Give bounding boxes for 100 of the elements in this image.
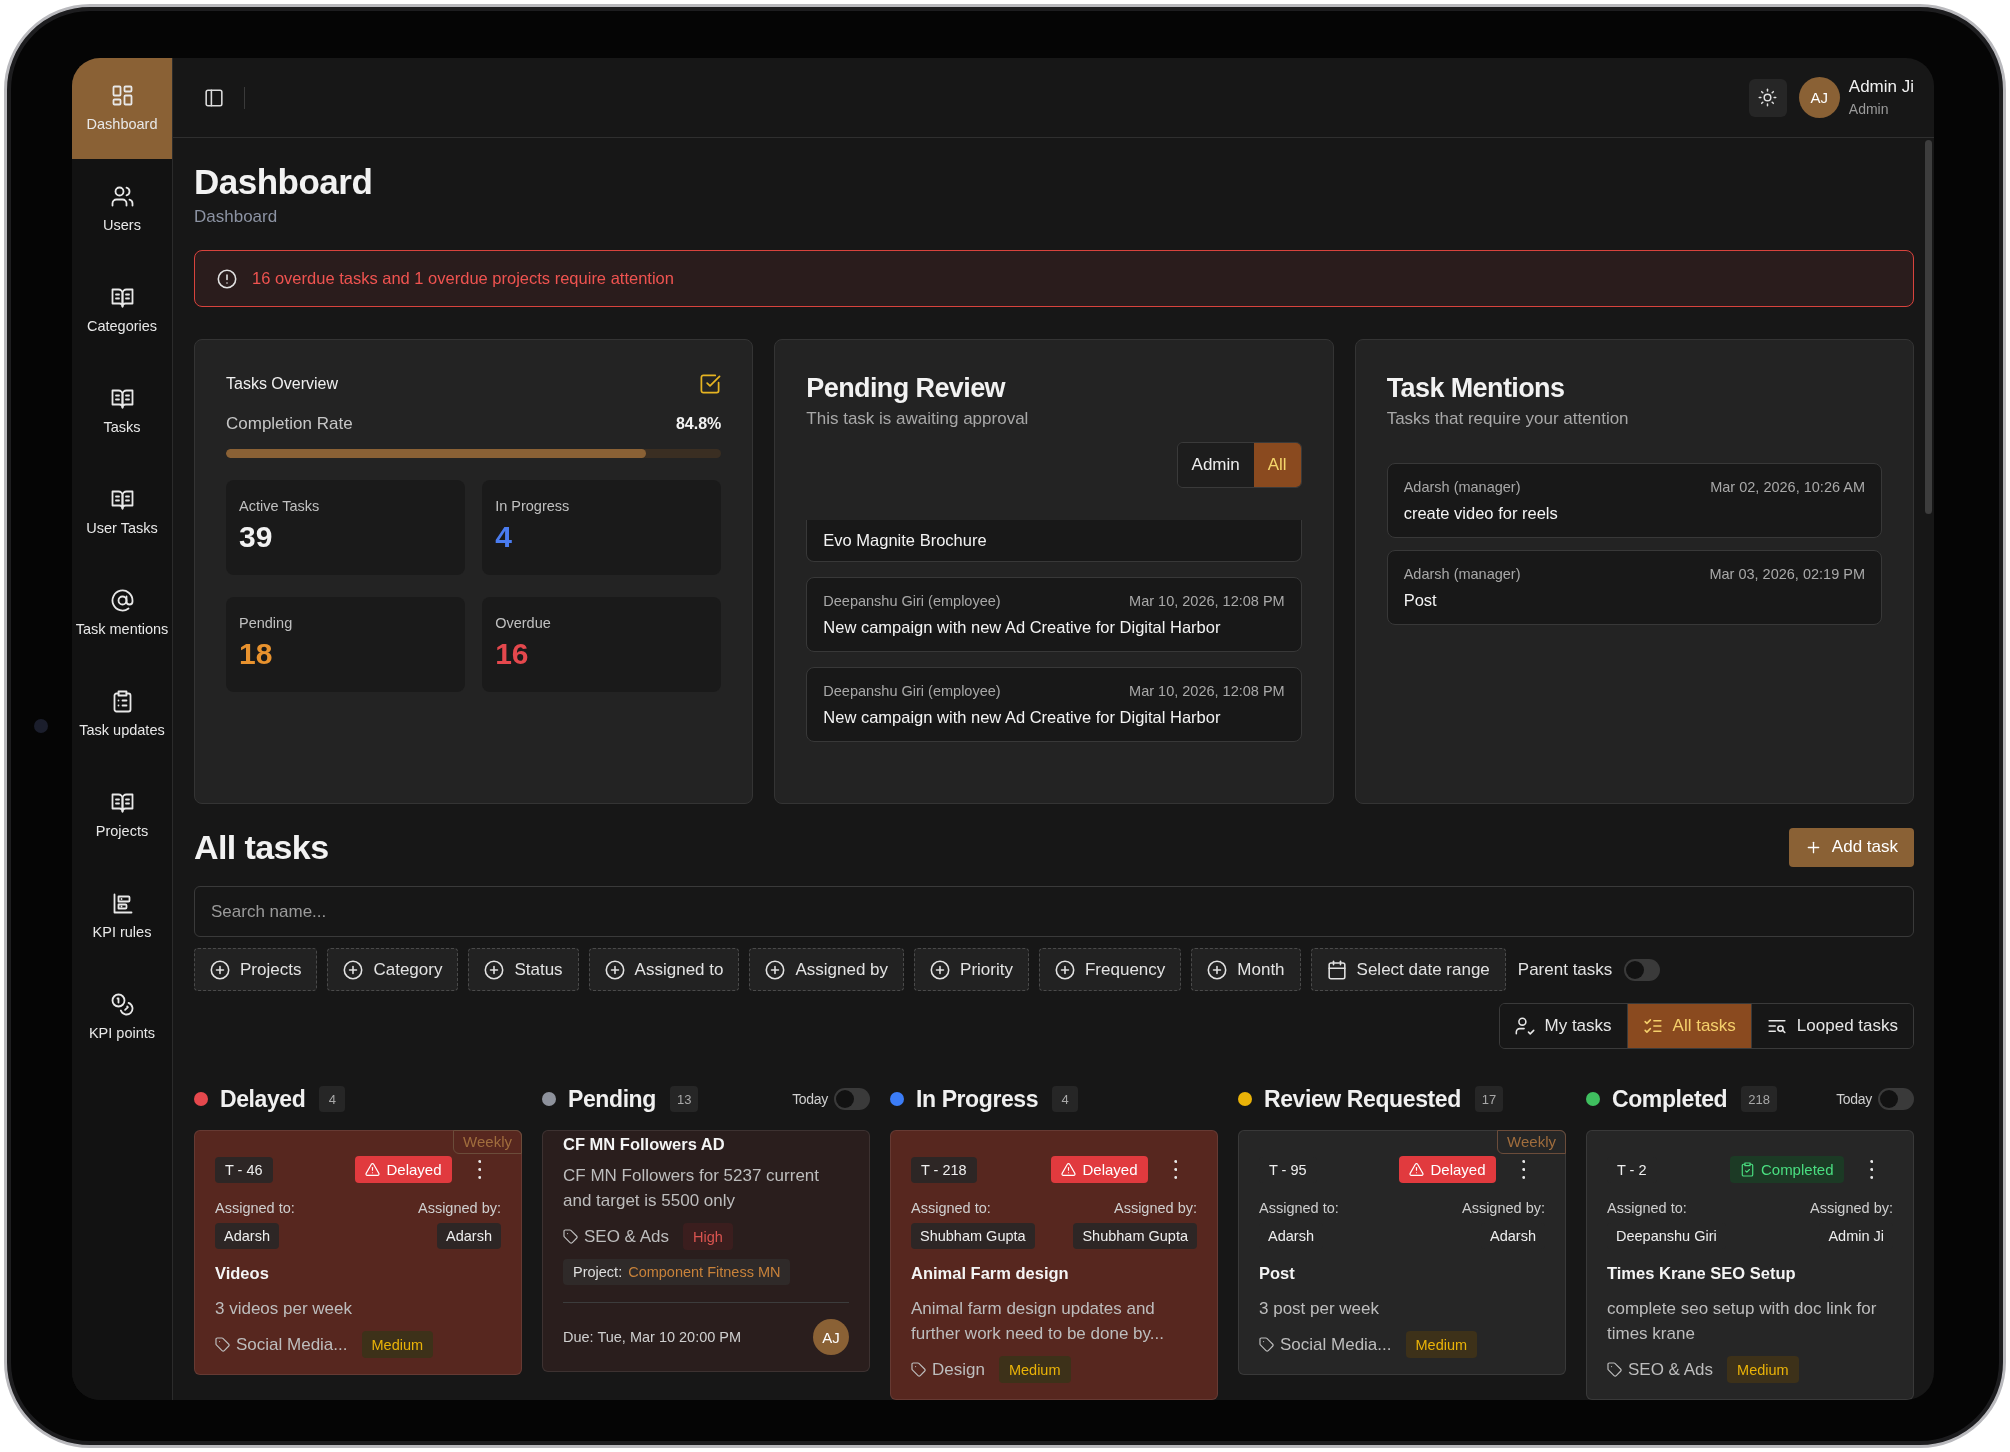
column-title: Completed — [1612, 1085, 1728, 1113]
warning-icon — [1061, 1162, 1077, 1177]
item-date: Mar 10, 2026, 12:08 PM — [1129, 592, 1285, 611]
today-toggle[interactable] — [1878, 1088, 1914, 1110]
filter-chip[interactable]: Status — [468, 948, 579, 991]
plus-circle-icon — [484, 959, 505, 980]
user-role: Admin — [1848, 101, 1889, 118]
due-date: Due: Tue, Mar 10 20:00 PM — [563, 1329, 742, 1345]
mention-item[interactable]: Adarsh (manager) Mar 02, 2026, 10:26 AM create video for reels — [1386, 463, 1882, 538]
alert-icon — [217, 268, 237, 289]
sidebar-item[interactable]: KPI rules — [72, 866, 172, 967]
sidebar-item[interactable]: Dashboard — [72, 58, 172, 159]
mention-item[interactable]: Adarsh (manager) Mar 03, 2026, 02:19 PM Post — [1386, 550, 1882, 625]
category-label: Social Media... — [1280, 1334, 1392, 1355]
today-toggle[interactable] — [834, 1088, 870, 1110]
users-icon — [110, 185, 134, 208]
view-tab[interactable]: Looped tasks — [1750, 1004, 1913, 1048]
review-item[interactable]: Deepanshu Giri (employee) Mar 10, 2026, 12:08 PM New campaign with new Ad Creative for Digital Harbor — [806, 577, 1302, 652]
stat-label: Overdue — [495, 614, 551, 632]
filter-tab[interactable]: Admin — [1177, 443, 1254, 487]
priority-badge: Medium — [1405, 1331, 1478, 1358]
more-options-icon[interactable] — [477, 1160, 481, 1179]
plus-circle-icon — [210, 959, 230, 980]
task-card[interactable]: CF MN Followers AD CF MN Followers for 5237 current and target is 5500 only SEO & Ads High Project: Component Fitness MN Due: Tue, Mar 10 20:00 PM AJ — [542, 1130, 870, 1372]
grid-icon — [110, 84, 134, 107]
assigned-by-label: Assigned by: — [1113, 1199, 1197, 1217]
theme-toggle-button[interactable] — [1748, 78, 1787, 117]
review-item[interactable]: Evo Magnite Brochure — [806, 520, 1302, 562]
user-check-icon — [1514, 1016, 1535, 1036]
card-subtitle: This task is awaiting approval — [806, 408, 1030, 430]
count-badge: 4 — [319, 1086, 346, 1112]
task-description: Animal farm design updates and further work need to be done by... — [911, 1298, 1165, 1345]
sidebar-toggle-icon[interactable] — [204, 87, 224, 108]
column-title: Delayed — [220, 1085, 306, 1113]
item-title: Evo Magnite Brochure — [823, 530, 988, 551]
category-label: SEO & Ads — [584, 1226, 670, 1247]
search-field[interactable]: Search name... — [194, 886, 1914, 937]
status-text: Completed — [1760, 1161, 1834, 1178]
filter-chip[interactable]: Priority — [914, 948, 1029, 991]
sidebar-item[interactable]: Tasks — [72, 361, 172, 462]
assignee-avatar: AJ — [813, 1319, 849, 1355]
task-card[interactable]: T - 218 Delayed Assigned to: Shubham Gupta Assigned by: Shubham Gupta Animal Farm design Animal farm design updates and further work need to be done by... Design Medium — [890, 1130, 1218, 1400]
task-description: CF MN Followers for 5237 current and target is 5500 only — [563, 1165, 821, 1212]
stat-value: 18 — [239, 636, 273, 672]
card-title: Task Mentions — [1386, 372, 1566, 405]
scrollbar-thumb[interactable] — [1925, 140, 1932, 514]
add-task-button[interactable]: Add task — [1788, 827, 1914, 867]
book-icon — [110, 286, 134, 309]
stat-label: Pending — [239, 614, 293, 632]
task-card[interactable]: Weekly T - 95 Delayed Assigned to: Adarsh Assigned by: Adarsh Post 3 post per week Social Media... Medium — [1238, 1130, 1566, 1375]
task-card[interactable]: Weekly T - 46 Delayed Assigned to: Adarsh Assigned by: Adarsh Videos 3 videos per week Social Media... Medium — [194, 1130, 522, 1375]
more-options-icon[interactable] — [1869, 1160, 1873, 1179]
sidebar-item[interactable]: Task updates — [72, 664, 172, 765]
filter-chip[interactable]: Select date range — [1310, 948, 1506, 991]
category-label: SEO & Ads — [1628, 1359, 1714, 1380]
sidebar-item[interactable]: KPI points — [72, 967, 172, 1068]
card-subtitle: Tasks that require your attention — [1386, 408, 1630, 430]
category-label: Design — [932, 1359, 985, 1380]
user-avatar[interactable]: AJ — [1798, 77, 1840, 118]
item-title: create video for reels — [1403, 503, 1559, 524]
sidebar-item[interactable]: Projects — [72, 765, 172, 866]
sidebar-item[interactable]: Categories — [72, 260, 172, 361]
assigned-by-label: Assigned by: — [1461, 1199, 1545, 1217]
item-author: Adarsh (manager) — [1403, 565, 1521, 584]
filter-chip[interactable]: Month — [1191, 948, 1301, 991]
sidebar-item[interactable]: User Tasks — [72, 462, 172, 563]
view-tab[interactable]: All tasks — [1626, 1004, 1751, 1048]
clipboard-check-icon — [1739, 1162, 1755, 1177]
camera-icon — [34, 719, 48, 733]
column-title: In Progress — [916, 1085, 1039, 1113]
task-title: Post — [1259, 1263, 1296, 1284]
task-description: complete seo setup with doc link for times krane — [1607, 1298, 1878, 1345]
filter-chip[interactable]: Frequency — [1039, 948, 1182, 991]
review-item[interactable]: Deepanshu Giri (employee) Mar 10, 2026, 12:08 PM New campaign with new Ad Creative for Digital Harbor — [806, 667, 1302, 742]
item-author: Deepanshu Giri (employee) — [823, 592, 1001, 611]
sidebar-item[interactable]: Task mentions — [72, 563, 172, 664]
sidebar-item[interactable]: Users — [72, 159, 172, 260]
priority-badge: Medium — [1727, 1356, 1799, 1383]
tag-icon — [1259, 1337, 1274, 1352]
column-title: Review Requested — [1264, 1085, 1461, 1113]
filter-chip[interactable]: Category — [327, 948, 459, 991]
filter-chip[interactable]: Assigned to — [588, 948, 740, 991]
task-card[interactable]: T - 2 Completed Assigned to: Deepanshu Giri Assigned by: Admin Ji Times Krane SEO Setup complete seo setup with doc link for times krane SEO & Ads Medium — [1586, 1130, 1914, 1400]
priority-badge: High — [683, 1223, 733, 1250]
breadcrumb: Dashboard — [194, 206, 278, 228]
stat-value: 39 — [239, 519, 273, 555]
count-badge: 13 — [669, 1086, 699, 1112]
more-options-icon[interactable] — [1521, 1160, 1525, 1179]
book-icon — [110, 488, 134, 511]
more-options-icon[interactable] — [1173, 1160, 1177, 1179]
filter-chip[interactable]: Projects — [194, 948, 318, 991]
checklist-icon — [1642, 1016, 1663, 1036]
page-title: Dashboard — [194, 161, 374, 203]
at-sign-icon — [110, 589, 134, 612]
parent-tasks-toggle[interactable] — [1624, 958, 1661, 981]
filter-tab[interactable]: All — [1253, 443, 1301, 487]
filter-chip[interactable]: Assigned by — [749, 948, 905, 991]
plus-circle-icon — [604, 959, 625, 980]
warning-icon — [1409, 1162, 1425, 1177]
frequency-tag: Weekly — [453, 1130, 522, 1154]
